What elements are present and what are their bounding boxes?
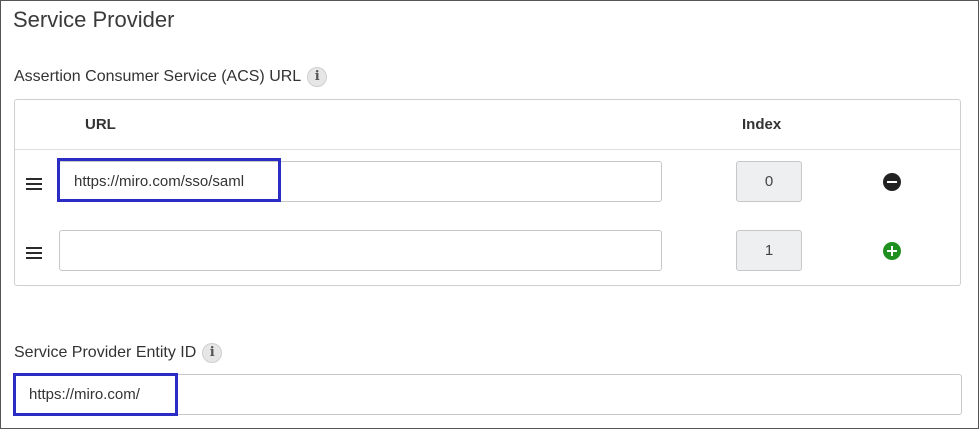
window-frame: Service Provider Assertion Consumer Serv…	[0, 0, 979, 429]
column-header-index: Index	[742, 116, 782, 133]
column-header-url: URL	[85, 116, 116, 133]
info-icon[interactable]: i	[307, 67, 328, 87]
acs-url-input[interactable]: https://miro.com/sso/saml	[59, 161, 662, 202]
acs-url-label-row: Assertion Consumer Service (ACS) URL i	[14, 67, 328, 87]
minus-circle-icon[interactable]	[883, 173, 901, 191]
info-icon[interactable]: i	[202, 343, 223, 363]
acs-url-input[interactable]	[59, 230, 662, 271]
plus-circle-icon[interactable]	[883, 242, 901, 260]
drag-handle-icon[interactable]	[26, 246, 42, 260]
drag-handle-icon[interactable]	[26, 177, 42, 191]
acs-url-label: Assertion Consumer Service (ACS) URL	[14, 68, 302, 85]
header-divider	[15, 149, 960, 150]
entity-id-label-row: Service Provider Entity ID i	[14, 343, 223, 363]
section-title: Service Provider	[13, 7, 175, 32]
acs-url-table: URL Index https://miro.com/sso/saml 0 1	[14, 99, 961, 286]
entity-id-input[interactable]: https://miro.com/	[14, 374, 962, 415]
acs-index-field: 0	[736, 161, 802, 202]
acs-index-field: 1	[736, 230, 802, 271]
entity-id-label: Service Provider Entity ID	[14, 344, 197, 361]
